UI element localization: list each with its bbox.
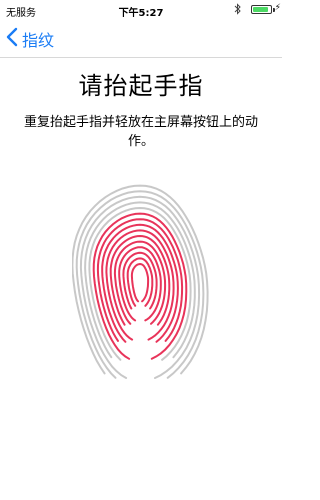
status-bar: 无服务 下午5:27 ⚡	[0, 0, 282, 20]
instruction-text: 重复抬起手指并轻放在主屏幕按钮上的动作。	[23, 115, 258, 149]
bluetooth-icon	[234, 3, 242, 18]
fingerprint-ridge	[130, 262, 150, 303]
navigation-bar: 指纹	[0, 20, 282, 58]
battery-icon	[251, 5, 272, 14]
back-button-label: 指纹	[22, 31, 55, 50]
back-button[interactable]: 指纹	[6, 27, 54, 51]
page-title: 请抬起手指	[78, 72, 204, 100]
fingerprint-icon	[71, 180, 212, 410]
charging-bolt-icon: ⚡	[274, 3, 281, 13]
chevron-left-icon	[6, 27, 18, 51]
